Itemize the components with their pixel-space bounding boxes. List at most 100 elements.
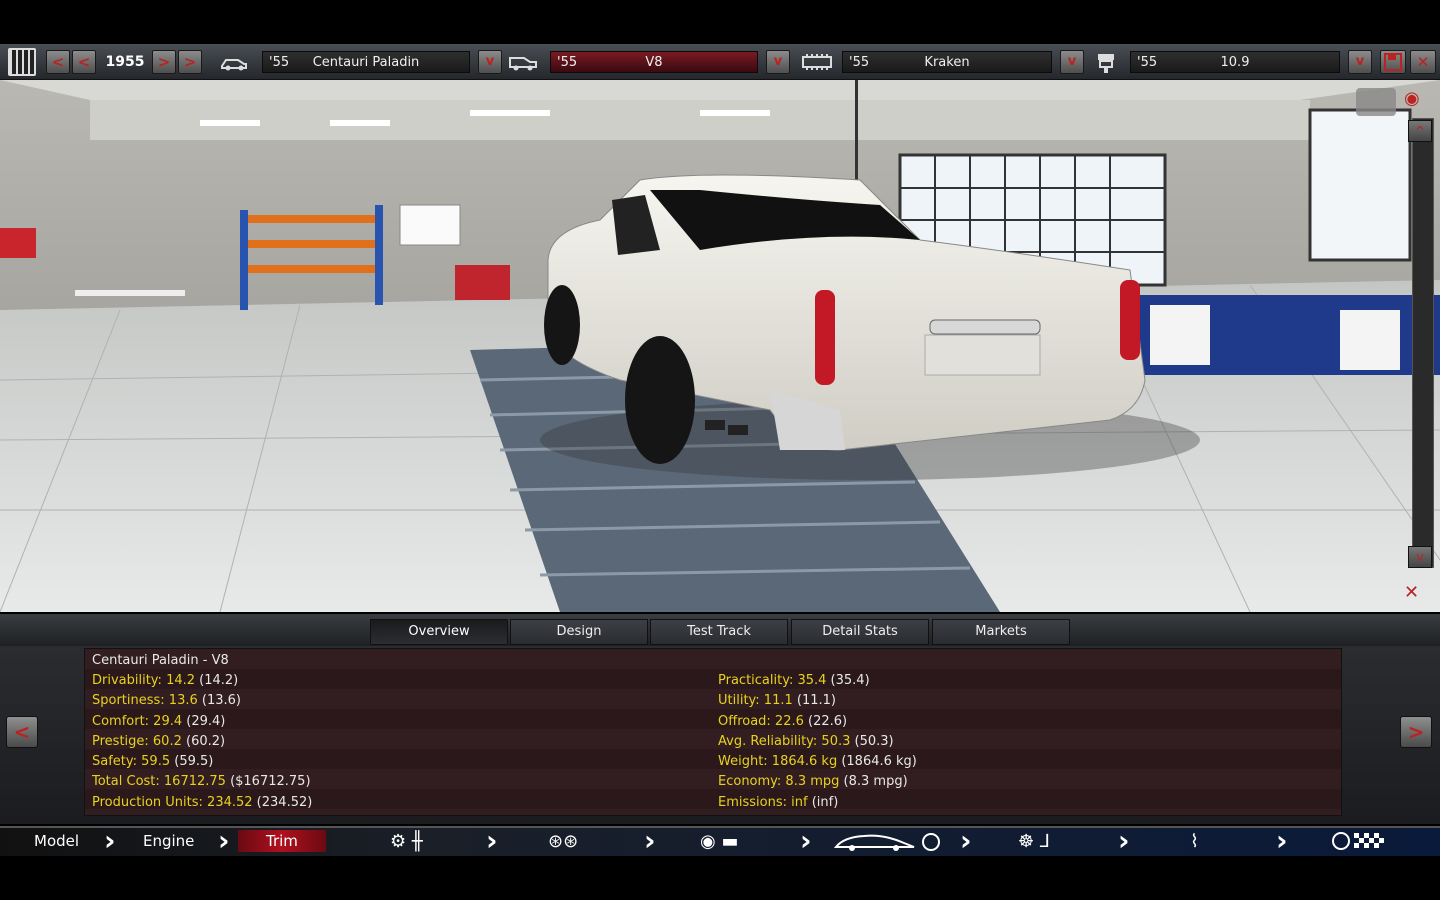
stat-key: Economy: 8.3 mpg (718, 774, 840, 789)
engine-variant-select[interactable]: '55 10.9 (1130, 51, 1340, 73)
stat-value: (14.2) (195, 673, 239, 688)
gearbox-icon[interactable]: ⚙ ╫ (390, 831, 423, 853)
save-icon[interactable] (1380, 50, 1406, 74)
engine-dropdown-button[interactable]: v (766, 50, 790, 74)
chevron-right-icon: › (1276, 824, 1288, 857)
tab-test-track[interactable]: Test Track (650, 619, 788, 645)
stat-value: (234.52) (252, 795, 313, 810)
stat-safety: Safety: 59.5 (59.5) (92, 754, 213, 769)
wheels-icon[interactable]: ⊛⊛ (548, 831, 578, 853)
stat-key: Production Units: 234.52 (92, 795, 253, 810)
stat-reliability: Avg. Reliability: 50.3 (50.3) (718, 734, 894, 749)
engine-variant-dropdown-button[interactable]: v (1348, 50, 1372, 74)
calendar-icon[interactable] (8, 48, 36, 76)
van-icon (508, 52, 538, 77)
model-dropdown-button[interactable]: v (478, 50, 502, 74)
stat-key: Offroad: 22.6 (718, 714, 804, 729)
chevron-right-icon: › (218, 824, 230, 857)
camera-scrollbar[interactable] (1412, 118, 1434, 568)
tab-markets[interactable]: Markets (932, 619, 1070, 645)
stat-comfort: Comfort: 29.4 (29.4) (92, 714, 225, 729)
aero-icon[interactable] (833, 831, 944, 859)
stat-key: Total Cost: 16712.75 (92, 774, 226, 789)
stat-key: Prestige: 60.2 (92, 734, 182, 749)
stat-production-units: Production Units: 234.52 (234.52) (92, 795, 312, 810)
stat-key: Avg. Reliability: 50.3 (718, 734, 851, 749)
stat-value: (11.1) (792, 693, 836, 708)
tab-overview[interactable]: Overview (370, 619, 508, 645)
stat-value: (29.4) (182, 714, 226, 729)
stat-weight: Weight: 1864.6 kg (1864.6 kg) (718, 754, 917, 769)
stat-key: Comfort: 29.4 (92, 714, 183, 729)
stat-value: (59.5) (170, 754, 214, 769)
trim-name: Kraken (924, 55, 970, 70)
stat-key: Weight: 1864.6 kg (718, 754, 838, 769)
trim-select[interactable]: '55 Kraken (842, 51, 1052, 73)
stat-drivability: Drivability: 14.2 (14.2) (92, 673, 238, 688)
stat-offroad: Offroad: 22.6 (22.6) (718, 714, 847, 729)
scroll-up-button[interactable]: ^ (1408, 120, 1432, 142)
stat-emissions: Emissions: inf (inf) (718, 795, 838, 810)
eye-icon[interactable]: ◉ (1404, 88, 1436, 109)
tab-detail-stats[interactable]: Detail Stats (791, 619, 929, 645)
chevron-right-icon: › (104, 824, 116, 857)
stat-sportiness: Sportiness: 13.6 (13.6) (92, 693, 241, 708)
tab-design[interactable]: Design (510, 619, 648, 645)
prev-panel-button[interactable]: < (6, 716, 38, 748)
stat-value: (35.4) (826, 673, 870, 688)
year-display: 1955 (105, 54, 145, 70)
chevron-right-icon: › (1118, 824, 1130, 857)
chevron-right-icon: › (960, 824, 972, 857)
interior-icon[interactable]: ☸ ⅃ (1018, 831, 1050, 853)
chevron-right-icon: › (486, 824, 498, 857)
stage-model[interactable]: Model (34, 830, 79, 852)
brakes-icon[interactable]: ◉ ▬ (700, 831, 738, 853)
stat-prestige: Prestige: 60.2 (60.2) (92, 734, 225, 749)
engine-name: V8 (645, 55, 663, 70)
suspension-icon[interactable]: ⌇ (1190, 831, 1199, 853)
close-icon[interactable]: ✕ (1410, 50, 1436, 74)
piston-icon (1096, 52, 1116, 79)
model-select[interactable]: '55 Centauri Paladin (262, 51, 470, 73)
stat-value: (50.3) (850, 734, 894, 749)
reset-view-icon[interactable]: ✕ (1404, 582, 1436, 606)
stat-key: Safety: 59.5 (92, 754, 171, 769)
camera-icon[interactable] (1356, 88, 1396, 116)
overview-title: Centauri Paladin - V8 (92, 653, 229, 668)
stat-value: (60.2) (181, 734, 226, 749)
model-name: Centauri Paladin (312, 55, 420, 70)
chevron-right-icon: › (644, 824, 656, 857)
stat-value: (8.3 mpg) (839, 774, 908, 789)
stage-trim[interactable]: Trim (238, 830, 326, 852)
stat-value: ($16712.75) (225, 774, 311, 789)
car-viewer[interactable] (0, 80, 1440, 612)
stat-practicality: Practicality: 35.4 (35.4) (718, 673, 870, 688)
testing-icon[interactable] (1332, 831, 1388, 857)
stat-key: Sportiness: 13.6 (92, 693, 198, 708)
overview-panel (84, 648, 1342, 816)
engine-select[interactable]: '55 V8 (550, 51, 758, 73)
prev-year-button[interactable]: < (72, 50, 96, 74)
scroll-down-button[interactable]: v (1408, 546, 1432, 568)
stat-total-cost: Total Cost: 16712.75 ($16712.75) (92, 774, 311, 789)
prev-year-fast-button[interactable]: < (46, 50, 70, 74)
stat-key: Practicality: 35.4 (718, 673, 827, 688)
next-panel-button[interactable]: > (1400, 716, 1432, 748)
engine-variant-name: 10.9 (1220, 55, 1250, 70)
stage-engine[interactable]: Engine (143, 830, 194, 852)
stat-key: Drivability: 14.2 (92, 673, 196, 688)
stat-key: Utility: 11.1 (718, 693, 793, 708)
trim-dropdown-button[interactable]: v (1060, 50, 1084, 74)
stat-utility: Utility: 11.1 (11.1) (718, 693, 836, 708)
stat-value: (inf) (807, 795, 839, 810)
next-year-fast-button[interactable]: > (178, 50, 202, 74)
stat-value: (1864.6 kg) (837, 754, 917, 769)
car-icon (220, 52, 248, 77)
engine-block-icon (802, 52, 832, 77)
chevron-right-icon: › (800, 824, 812, 857)
stat-value: (13.6) (197, 693, 241, 708)
stat-value: (22.6) (803, 714, 848, 729)
next-year-button[interactable]: > (152, 50, 176, 74)
stat-key: Emissions: inf (718, 795, 808, 810)
stat-economy: Economy: 8.3 mpg (8.3 mpg) (718, 774, 908, 789)
